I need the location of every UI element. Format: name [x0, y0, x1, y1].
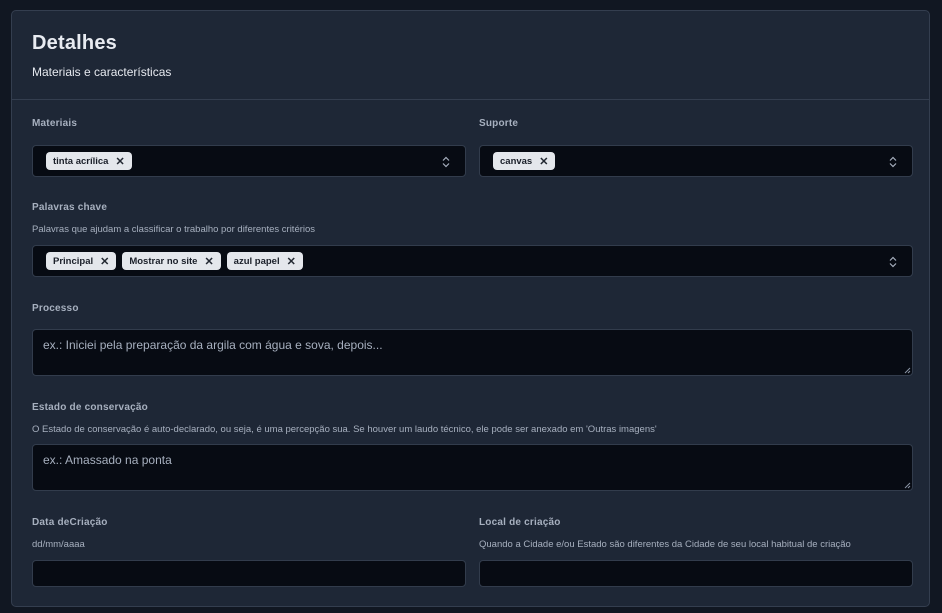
tag-label: canvas: [500, 155, 533, 167]
chevron-up-down-icon: [889, 156, 897, 168]
resize-grip-icon[interactable]: [903, 366, 911, 374]
palavras-help: Palavras que ajudam a classificar o trab…: [32, 224, 316, 235]
chevron-up-down-icon: [889, 256, 897, 268]
close-icon[interactable]: ✕: [539, 155, 548, 168]
tag-label: azul papel: [233, 255, 280, 267]
estado-textarea[interactable]: ex.: Amassado na ponta: [32, 444, 913, 491]
estado-help: O Estado de conservação é auto-declarado…: [32, 424, 657, 435]
palavras-tag: Principal ✕: [46, 252, 117, 270]
close-icon[interactable]: ✕: [204, 255, 213, 268]
close-icon[interactable]: ✕: [115, 155, 124, 168]
local-criacao-help: Quando a Cidade e/ou Estado são diferent…: [479, 539, 851, 550]
tag-label: Principal: [53, 255, 94, 267]
close-icon[interactable]: ✕: [287, 255, 296, 268]
data-criacao-label: Data deCriação: [32, 517, 108, 528]
palavras-tag: Mostrar no site ✕: [122, 252, 221, 270]
tag-label: Mostrar no site: [129, 255, 198, 267]
processo-label: Processo: [32, 303, 79, 314]
estado-placeholder: ex.: Amassado na ponta: [43, 453, 172, 467]
details-card: Detalhes Materiais e características Mat…: [11, 10, 930, 607]
suporte-select[interactable]: canvas ✕: [479, 145, 913, 177]
card-header: Detalhes Materiais e características: [12, 11, 929, 100]
materiais-select[interactable]: tinta acrílica ✕: [32, 145, 466, 177]
palavras-tag: azul papel ✕: [226, 252, 303, 270]
local-criacao-label: Local de criação: [479, 517, 561, 528]
data-criacao-help: dd/mm/aaaa: [32, 539, 85, 550]
suporte-tag: canvas ✕: [493, 152, 556, 170]
estado-label: Estado de conservação: [32, 402, 148, 413]
tag-label: tinta acrílica: [53, 155, 109, 167]
materiais-tag: tinta acrílica ✕: [46, 152, 132, 170]
page-subtitle: Materiais e características: [32, 65, 172, 79]
suporte-label: Suporte: [479, 118, 519, 129]
page-title: Detalhes: [32, 32, 117, 54]
processo-textarea[interactable]: ex.: Iniciei pela preparação da argila c…: [32, 329, 913, 376]
local-criacao-input[interactable]: [479, 560, 913, 587]
palavras-label: Palavras chave: [32, 202, 108, 213]
chevron-up-down-icon: [442, 156, 450, 168]
materiais-label: Materiais: [32, 118, 78, 129]
palavras-select[interactable]: Principal ✕ Mostrar no site ✕ azul papel…: [32, 245, 913, 277]
data-criacao-input[interactable]: [32, 560, 466, 587]
resize-grip-icon[interactable]: [903, 481, 911, 489]
processo-placeholder: ex.: Iniciei pela preparação da argila c…: [43, 338, 383, 352]
close-icon[interactable]: ✕: [100, 255, 109, 268]
